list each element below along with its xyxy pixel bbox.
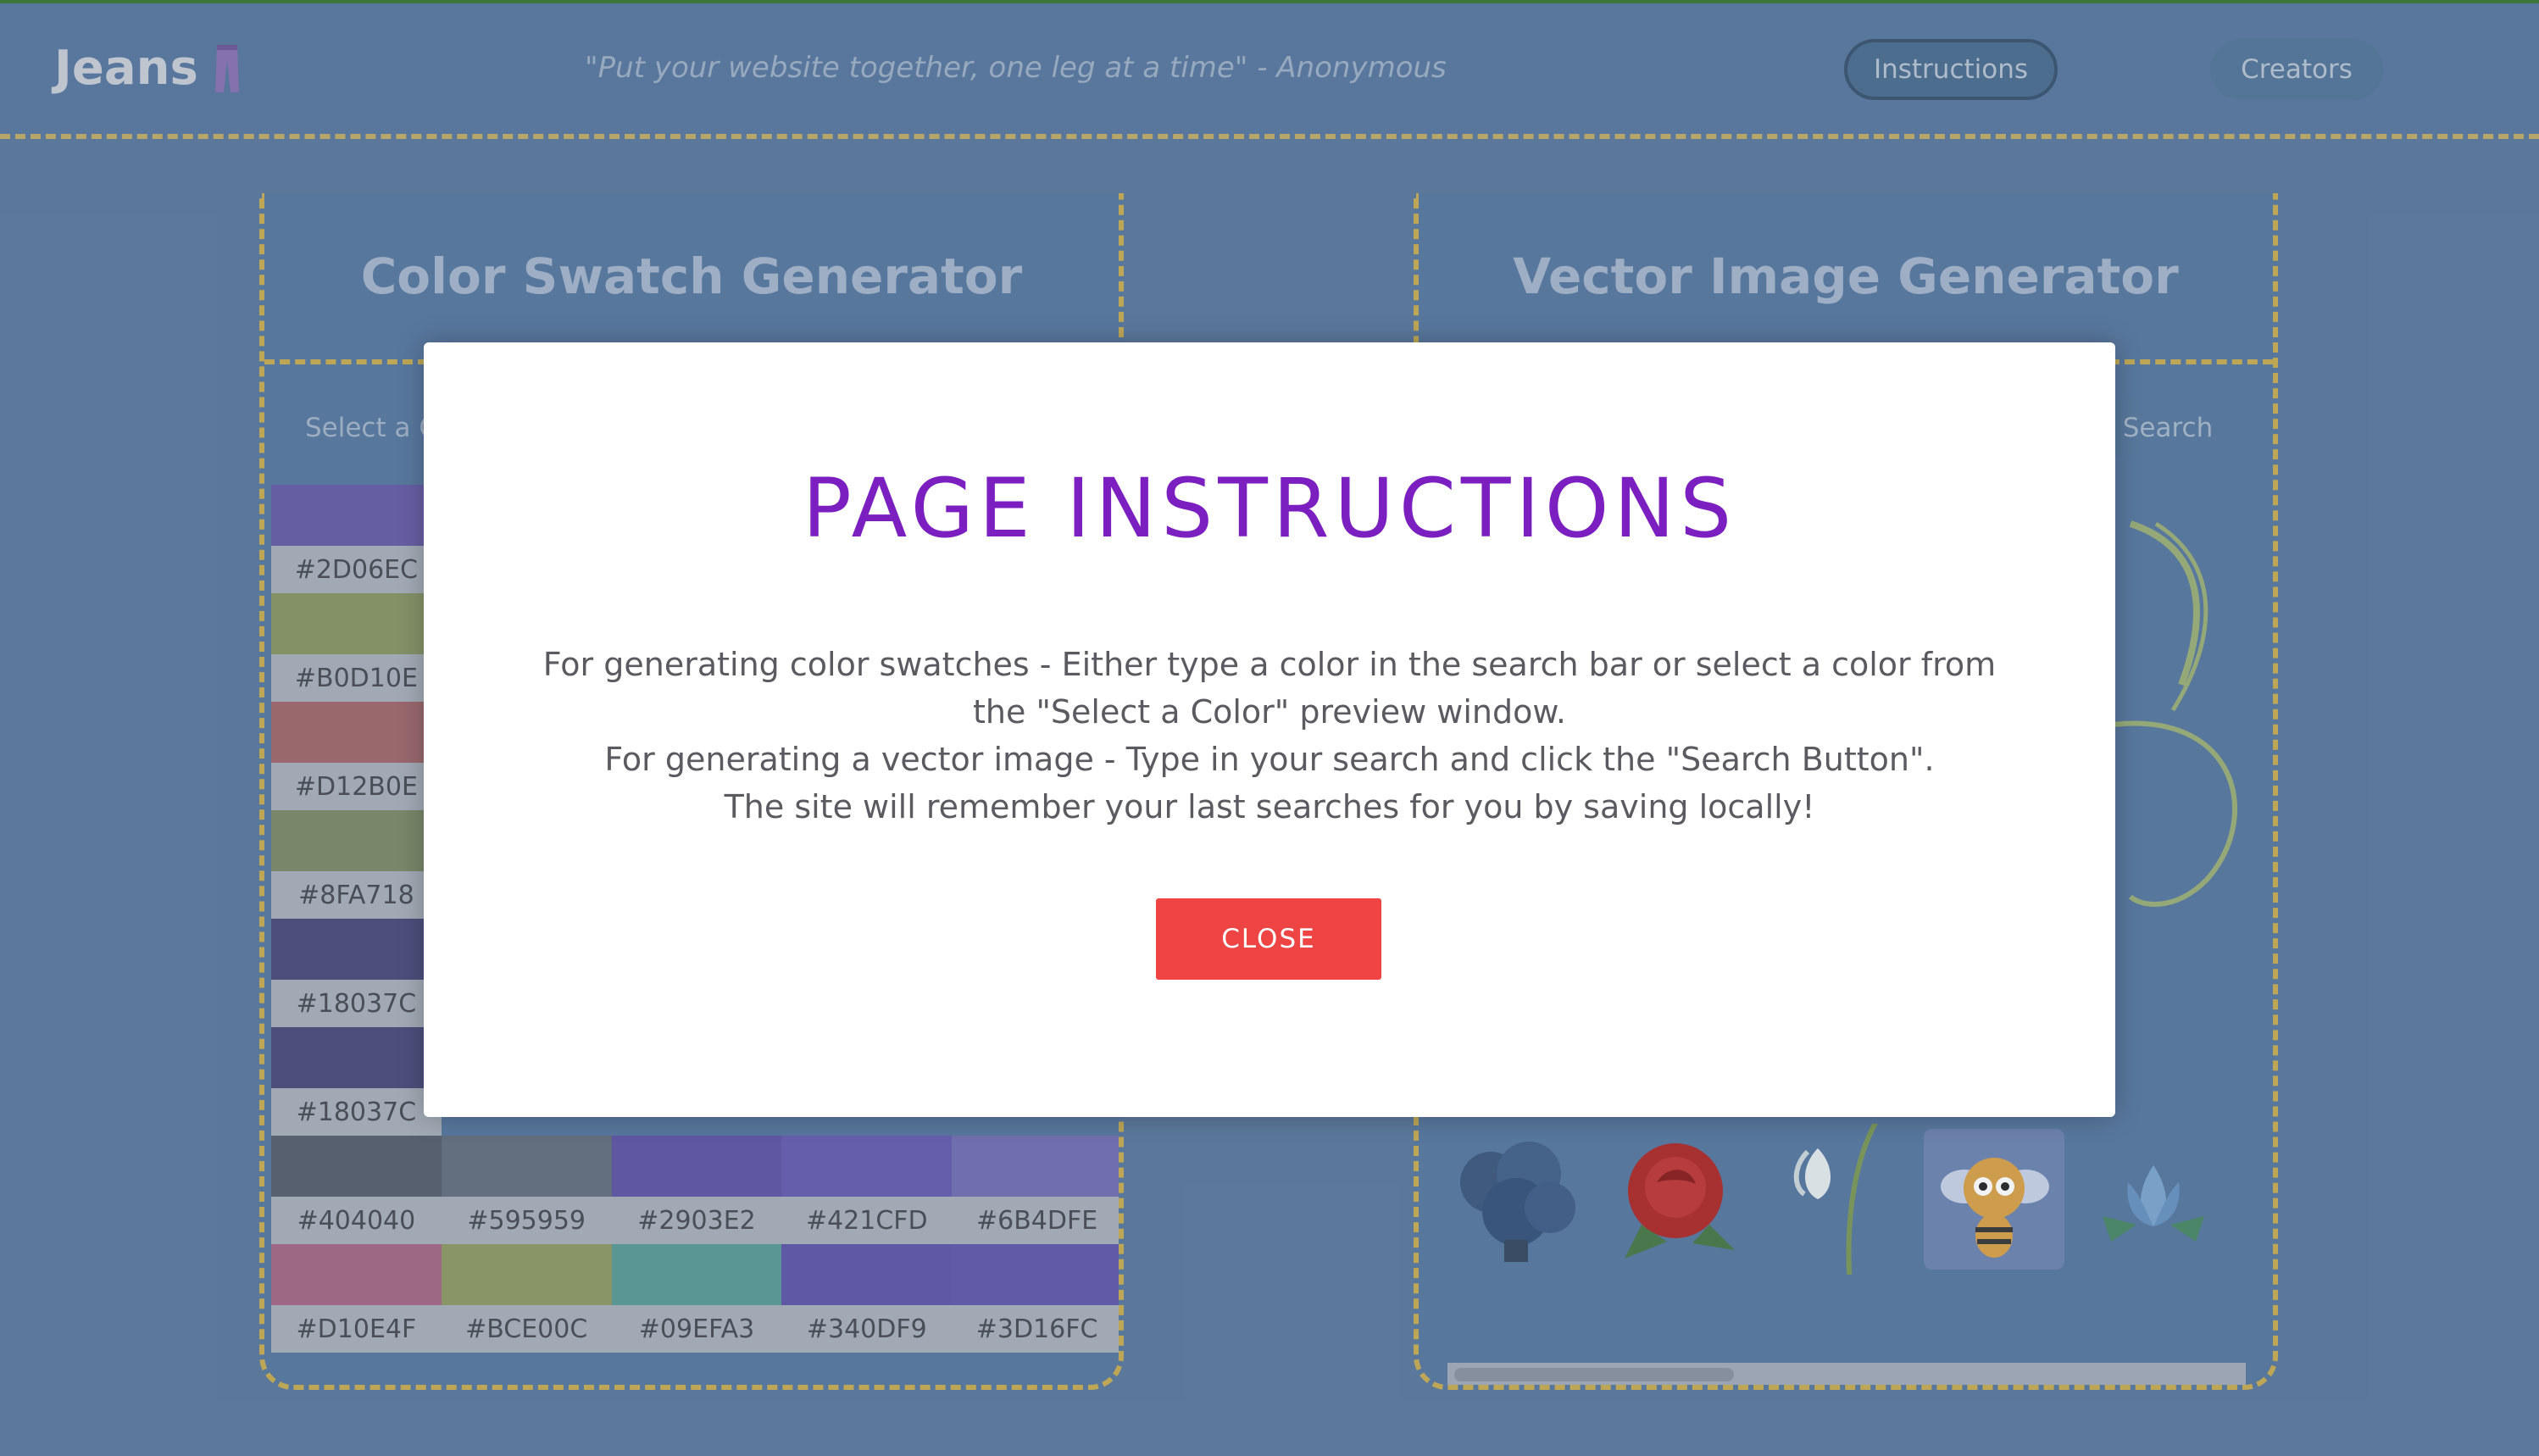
modal-instruction-line: The site will remember your last searche…: [724, 788, 1815, 825]
modal-body: For generating color swatches - Either t…: [525, 641, 2014, 831]
close-button[interactable]: CLOSE: [1156, 898, 1381, 980]
modal-title: PAGE INSTRUCTIONS: [802, 461, 1737, 556]
app-background: Jeans "Put your website together, one le…: [0, 0, 2539, 1456]
modal-instruction-line: For generating a vector image - Type in …: [604, 741, 1935, 778]
instructions-modal: PAGE INSTRUCTIONS For generating color s…: [424, 342, 2115, 1117]
modal-instruction-line: For generating color swatches - Either t…: [542, 646, 1997, 731]
